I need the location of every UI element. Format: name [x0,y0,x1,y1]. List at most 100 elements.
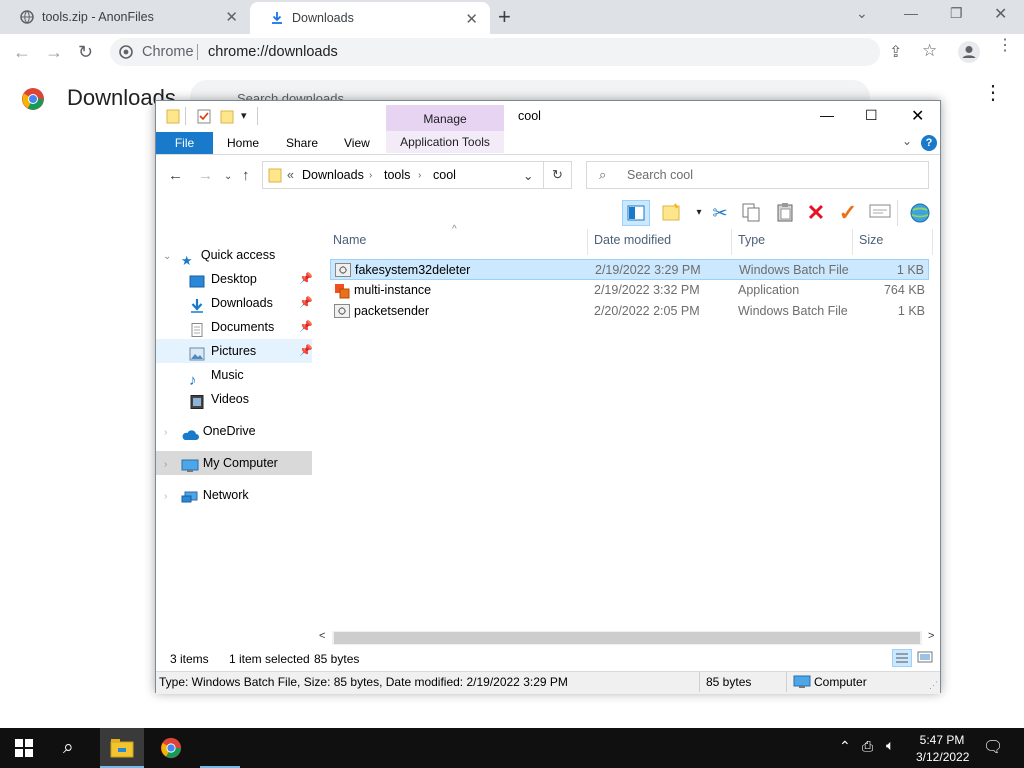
nav-network[interactable]: › Network [156,483,316,507]
forward-button[interactable]: → [45,42,63,63]
paste-icon[interactable] [774,202,796,224]
tab-application-tools[interactable]: Application Tools [386,131,504,153]
explorer-forward-button[interactable]: → [198,167,213,184]
column-separator[interactable] [731,229,732,255]
close-window-button[interactable]: ✕ [994,4,1007,24]
large-icons-view-icon[interactable] [916,649,934,668]
file-row[interactable]: packetsender 2/20/2022 2:05 PM Windows B… [330,301,929,322]
expand-chevron-icon[interactable]: › [164,427,167,438]
expand-chevron-icon[interactable]: › [164,459,167,470]
explorer-back-button[interactable]: ← [168,167,183,184]
breadcrumb-downloads[interactable]: Downloads [302,168,364,182]
taskbar-chrome[interactable] [160,737,182,762]
pin-icon[interactable]: 📌 [299,339,313,363]
nav-onedrive[interactable]: › OneDrive [156,419,316,443]
expand-ribbon-icon[interactable]: ⌄ [902,134,912,148]
recent-locations-icon[interactable]: ⌄ [224,171,232,182]
share-icon[interactable]: ⇪ [889,42,902,62]
search-icon[interactable]: ⌕ [63,737,74,759]
downloads-menu-icon[interactable]: ⋮ [983,83,1003,103]
nav-item-downloads[interactable]: Downloads 📌 [156,291,316,315]
nav-label: Documents [211,320,275,334]
refresh-button[interactable]: ↻ [544,161,572,189]
breadcrumb-overflow[interactable]: « [287,168,294,182]
nav-item-pictures[interactable]: Pictures 📌 [156,339,313,363]
nav-my-computer[interactable]: › My Computer [156,451,312,475]
column-header-date[interactable]: Date modified [594,233,671,247]
new-folder-toolbar-icon[interactable] [661,202,683,224]
reload-button[interactable]: ↻ [78,42,93,63]
address-dropdown-icon[interactable]: ⌄ [523,168,533,183]
resize-grip-icon[interactable]: ⋰ [929,680,938,691]
delete-icon[interactable]: ✕ [805,202,827,224]
rename-check-icon[interactable]: ✓ [837,202,859,224]
column-header-size[interactable]: Size [859,233,883,247]
quick-access-folder-icon[interactable] [166,108,180,127]
nav-item-music[interactable]: ♪ Music [156,363,316,389]
clock[interactable]: 5:47 PM 3/12/2022 [916,733,969,764]
help-icon[interactable]: ? [921,135,937,151]
qat-customize-icon[interactable]: ▾ [241,109,247,122]
new-tab-button[interactable]: + [498,4,511,30]
tab-share[interactable]: Share [286,132,318,154]
preview-pane-icon[interactable] [622,200,650,226]
nav-item-documents[interactable]: Documents 📌 [156,315,316,339]
tab-file[interactable]: File [156,132,213,154]
bookmark-star-icon[interactable]: ☆ [922,41,937,61]
expand-chevron-icon[interactable]: › [164,491,167,502]
volume-icon[interactable]: 🔈︎ [886,737,894,754]
tab-downloads[interactable]: Downloads ✕ [250,2,490,34]
properties-icon[interactable] [197,109,211,127]
pin-icon[interactable]: 📌 [299,315,313,339]
column-separator[interactable] [932,229,933,255]
show-hidden-icons[interactable]: ⌃ [839,738,851,755]
tab-search-icon[interactable]: ⌄ [856,5,868,22]
tab-home[interactable]: Home [227,132,259,154]
pin-icon[interactable]: 📌 [299,291,313,315]
properties-toolbar-icon[interactable] [869,202,891,224]
up-one-level-button[interactable]: ↑ [242,167,250,184]
breadcrumb-chevron-icon[interactable]: › [369,170,372,181]
cut-icon[interactable]: ✂ [709,202,731,224]
explorer-minimize-button[interactable]: — [820,107,834,123]
notifications-icon[interactable]: 🗨︎ [983,737,1003,757]
expand-chevron-icon[interactable]: ⌄ [163,251,171,262]
nav-quick-access[interactable]: ⌄ ★ Quick access [156,243,316,268]
file-row[interactable]: multi-instance 2/19/2022 3:32 PM Applica… [330,280,929,301]
breadcrumb-tools[interactable]: tools [384,168,410,182]
minimize-button[interactable]: — [904,5,918,21]
copy-icon[interactable] [740,202,762,224]
scrollbar-thumb[interactable] [334,632,920,644]
network-tray-icon[interactable]: ⎙ [862,738,873,755]
close-tab-icon[interactable]: ✕ [465,10,478,28]
restore-button[interactable]: ❐ [950,5,963,22]
file-row[interactable]: fakesystem32deleter 2/19/2022 3:29 PM Wi… [330,259,929,280]
tab-anonfiles[interactable]: tools.zip - AnonFiles ✕ [0,0,250,34]
details-view-icon[interactable] [892,649,912,667]
column-separator[interactable] [587,229,588,255]
tab-view[interactable]: View [344,132,370,154]
profile-avatar[interactable] [958,41,980,63]
toolbar-dropdown-icon[interactable]: ▾ [688,202,710,224]
breadcrumb-cool[interactable]: cool [433,168,456,182]
omnibox-url[interactable]: chrome://downloads [208,44,338,60]
chrome-menu-icon[interactable]: ⋮ [997,38,1013,54]
close-tab-icon[interactable]: ✕ [225,8,238,26]
start-windows-icon[interactable] [15,739,33,760]
pin-icon[interactable]: 📌 [299,267,313,291]
column-header-name[interactable]: Name [333,233,366,247]
shell-globe-icon[interactable] [908,202,930,224]
taskbar-file-explorer[interactable] [100,728,144,768]
back-button[interactable]: ← [13,42,31,63]
explorer-maximize-button[interactable]: ☐ [865,107,878,124]
nav-item-desktop[interactable]: Desktop 📌 [156,267,316,291]
breadcrumb-chevron-icon[interactable]: › [418,170,421,181]
column-header-type[interactable]: Type [738,233,765,247]
explorer-close-button[interactable]: ✕ [911,106,924,126]
scroll-right-arrow[interactable]: > [928,630,934,642]
new-folder-icon[interactable] [220,109,234,127]
file-type: Windows Batch File [739,263,849,277]
scroll-left-arrow[interactable]: < [319,630,325,642]
nav-item-videos[interactable]: Videos [156,387,316,411]
column-separator[interactable] [852,229,853,255]
